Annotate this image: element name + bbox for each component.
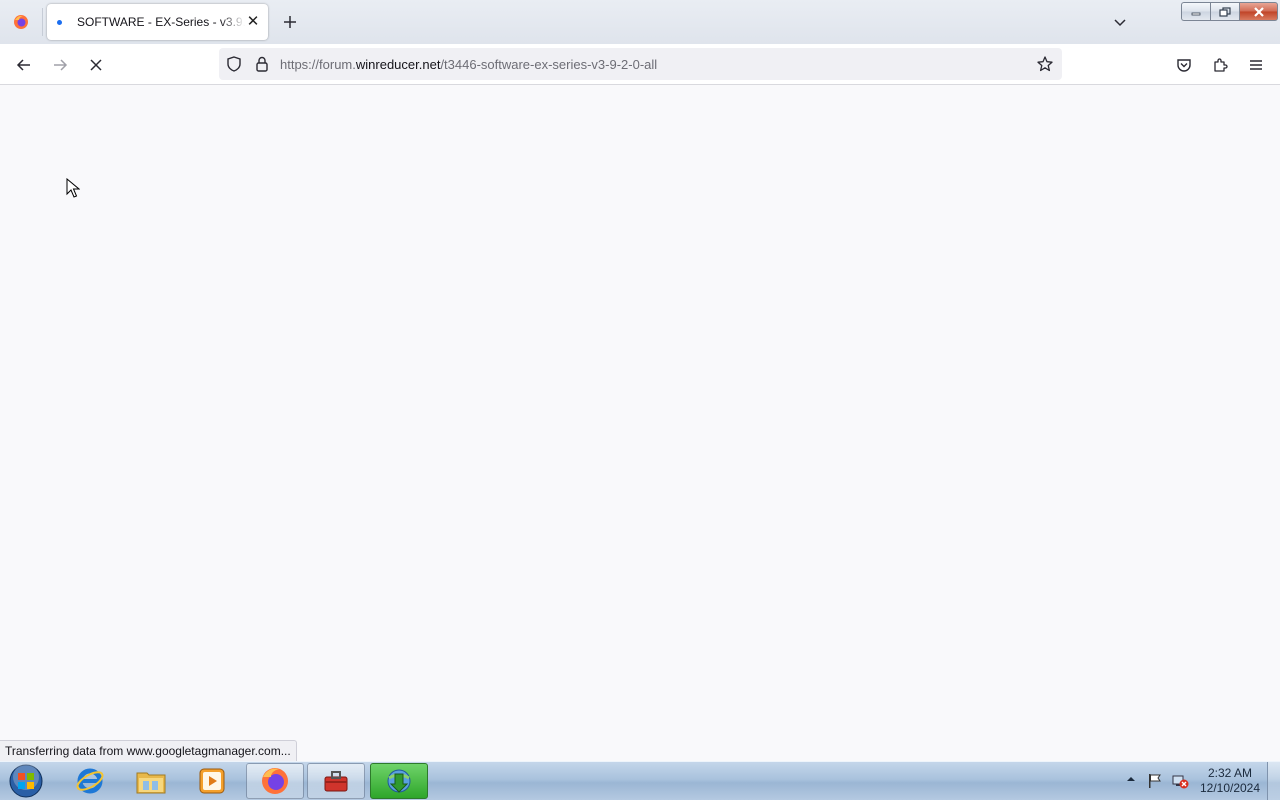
url-domain: winreducer.net [355,57,441,72]
media-player-icon [199,768,225,794]
url-path: /t3446-software-ex-series-v3-9-2-0-all [440,57,658,72]
stop-loading-button[interactable] [83,52,109,78]
minimize-icon [1191,12,1201,15]
firefox-icon [262,768,288,794]
restore-button[interactable] [1210,2,1239,21]
start-button[interactable] [6,763,46,799]
window-controls [1181,2,1278,21]
action-center-flag-icon[interactable] [1146,772,1164,790]
tab-title: SOFTWARE - EX-Series - v3.9.2.0 [77,15,245,29]
firefox-icon [14,15,28,29]
close-window-button[interactable] [1239,2,1278,21]
taskbar-download-manager[interactable] [370,763,428,799]
status-panel: Transferring data from www.googletagmana… [0,740,297,761]
puzzle-piece-icon [1214,58,1228,72]
system-clock[interactable]: 2:32 AM 12/10/2024 [1194,766,1266,796]
page-content [0,85,1280,761]
lock-icon[interactable] [253,55,271,73]
url-scheme: https:// [280,57,320,72]
restore-icon [1219,6,1231,17]
taskbar-media-player[interactable] [183,763,241,799]
minimize-button[interactable] [1181,2,1210,21]
close-icon [1253,6,1264,17]
bookmark-star-icon[interactable] [1036,55,1054,73]
pocket-button[interactable] [1171,52,1197,78]
windows-taskbar: 2:32 AM 12/10/2024 [0,761,1280,800]
close-tab-icon[interactable]: ✕ [244,13,262,31]
taskbar-windows-explorer[interactable] [122,763,180,799]
taskbar-internet-explorer[interactable] [61,763,119,799]
toolbox-icon [324,771,348,792]
list-all-tabs-button[interactable] [1108,10,1132,34]
app-menu-button[interactable] [1243,52,1269,78]
address-bar[interactable]: https://forum.winreducer.net/t3446-softw… [219,48,1062,80]
download-manager-icon [387,769,411,793]
firefox-menu-button[interactable] [0,0,42,44]
windows-orb-icon [9,764,43,798]
windows-explorer-icon [136,772,166,794]
mouse-cursor-icon [66,178,80,198]
forward-button[interactable] [47,52,73,78]
clock-date: 12/10/2024 [1199,781,1261,795]
chevron-up-icon [1127,777,1135,781]
pocket-icon [1177,59,1191,72]
back-button[interactable] [11,52,37,78]
loading-dot-icon [57,20,62,25]
internet-explorer-icon [76,768,104,794]
tab-active[interactable]: SOFTWARE - EX-Series - v3.9.2.0 ✕ [47,4,268,40]
tracking-protection-shield-icon[interactable] [225,55,243,73]
stop-icon [90,59,102,71]
extensions-button[interactable] [1207,52,1233,78]
chevron-down-icon [1114,19,1126,27]
forward-arrow-icon [54,59,68,71]
new-tab-button[interactable] [278,10,302,34]
tab-separator [42,8,43,36]
url-subdomain: forum. [319,57,356,72]
network-disconnected-icon[interactable] [1171,772,1189,790]
url-text[interactable]: https://forum.winreducer.net/t3446-softw… [280,57,657,72]
taskbar-firefox[interactable] [246,763,304,799]
hamburger-menu-icon [1250,60,1262,70]
taskbar-toolbox[interactable] [307,763,365,799]
show-hidden-icons-button[interactable] [1124,772,1138,786]
navigation-toolbar: https://forum.winreducer.net/t3446-softw… [0,44,1280,85]
tab-strip: SOFTWARE - EX-Series - v3.9.2.0 ✕ [0,0,1280,44]
back-arrow-icon [16,59,30,71]
plus-icon [284,16,296,28]
show-desktop-button[interactable] [1267,762,1280,800]
clock-time: 2:32 AM [1207,766,1253,780]
